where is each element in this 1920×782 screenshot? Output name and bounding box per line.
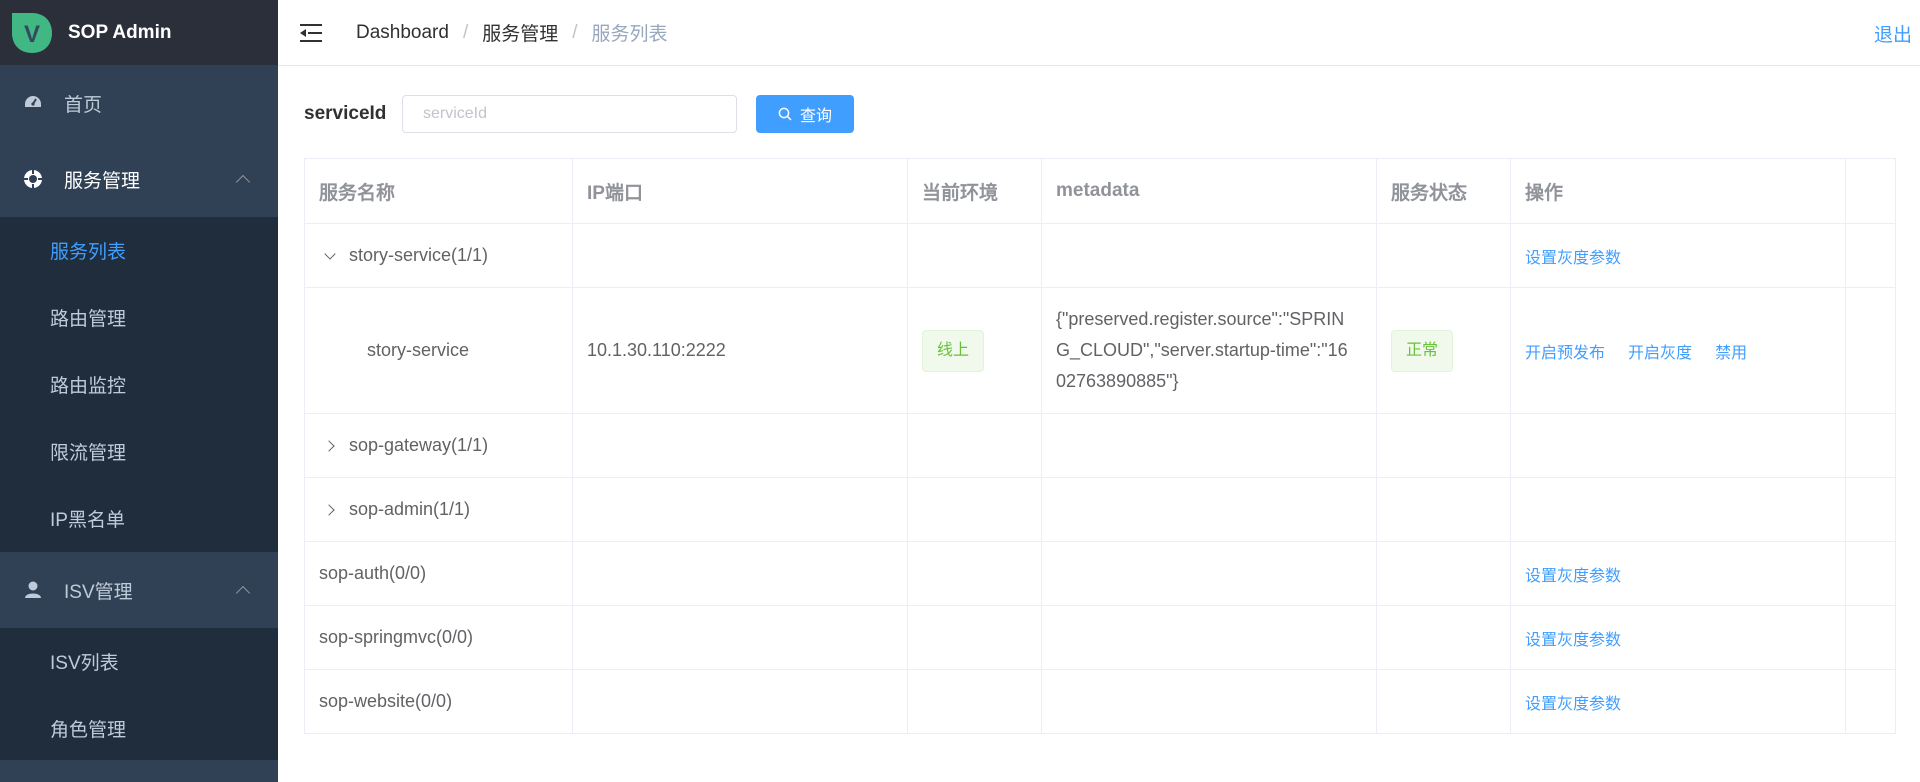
sidebar-item-label: 服务管理 <box>64 170 141 192</box>
sidebar-item-label: 首页 <box>64 94 103 116</box>
table-row: sop-gateway(1/1) <box>304 413 1896 478</box>
service-id-input[interactable] <box>402 95 737 133</box>
sidebar-item-ip-blacklist[interactable]: IP黑名单 <box>0 485 278 552</box>
set-gray-params-link[interactable]: 设置灰度参数 <box>1525 250 1621 267</box>
filter-label: serviceId <box>304 103 387 124</box>
sidebar-item-isv-management[interactable]: ISV管理 <box>0 552 278 628</box>
vue-logo-icon: V <box>10 11 54 55</box>
table-row: story-service 10.1.30.110:2222 线上 {"pres… <box>304 287 1896 414</box>
user-icon <box>22 579 44 601</box>
set-gray-params-link[interactable]: 设置灰度参数 <box>1525 568 1621 585</box>
sidebar-next-item <box>0 760 278 782</box>
collapse-arrow-icon[interactable] <box>319 246 341 266</box>
sidebar-item-label: ISV管理 <box>64 581 133 603</box>
service-name: sop-admin(1/1) <box>349 499 471 519</box>
expand-arrow-icon[interactable] <box>319 500 341 520</box>
enable-prerelease-link[interactable]: 开启预发布 <box>1525 345 1605 362</box>
hamburger-icon[interactable] <box>300 22 326 44</box>
sidebar-item-role-management[interactable]: 角色管理 <box>0 695 278 762</box>
table-row: sop-website(0/0) 设置灰度参数 <box>304 669 1896 734</box>
sidebar-item-rate-limit[interactable]: 限流管理 <box>0 418 278 485</box>
service-icon <box>22 168 44 190</box>
sidebar-item-isv-list[interactable]: ISV列表 <box>0 628 278 695</box>
col-metadata: metadata <box>1041 158 1377 224</box>
ip-port: 10.1.30.110:2222 <box>587 340 726 360</box>
service-table: 服务名称 IP端口 当前环境 metadata 服务状态 操作 story-se… <box>304 158 1896 734</box>
table-row: sop-admin(1/1) <box>304 477 1896 542</box>
sidebar-item-route-management[interactable]: 路由管理 <box>0 284 278 351</box>
expand-arrow-icon[interactable] <box>319 436 341 456</box>
enable-gray-link[interactable]: 开启灰度 <box>1628 345 1692 362</box>
col-service-name: 服务名称 <box>304 158 573 224</box>
logout-link[interactable]: 退出 <box>1874 20 1912 47</box>
sidebar-item-service-management[interactable]: 服务管理 <box>0 141 278 217</box>
query-button[interactable]: 查询 <box>756 95 854 133</box>
breadcrumb-service-management[interactable]: 服务管理 <box>482 19 558 46</box>
service-name: story-service(1/1) <box>349 245 489 265</box>
status-badge: 正常 <box>1391 329 1454 372</box>
sidebar-item-route-monitor[interactable]: 路由监控 <box>0 351 278 418</box>
service-name: story-service <box>367 340 470 360</box>
metadata-value: {"preserved.register.source":"SPRING_CLO… <box>1056 309 1348 391</box>
app-title: SOP Admin <box>68 21 172 43</box>
set-gray-params-link[interactable]: 设置灰度参数 <box>1525 632 1621 649</box>
submenu-isv: ISV列表 角色管理 <box>0 628 278 762</box>
set-gray-params-link[interactable]: 设置灰度参数 <box>1525 696 1621 713</box>
main-area: Dashboard / 服务管理 / 服务列表 退出 serviceId 查询 <box>278 0 1920 782</box>
submenu-service: 服务列表 路由管理 路由监控 限流管理 IP黑名单 <box>0 217 278 552</box>
navbar: Dashboard / 服务管理 / 服务列表 退出 <box>278 0 1920 66</box>
content: serviceId 查询 服务名称 IP端口 当前环境 metadata <box>278 66 1920 734</box>
col-status: 服务状态 <box>1376 158 1511 224</box>
service-name: sop-gateway(1/1) <box>349 435 489 455</box>
filter-form: serviceId 查询 <box>304 94 1900 134</box>
table-row: sop-springmvc(0/0) 设置灰度参数 <box>304 605 1896 670</box>
col-actions: 操作 <box>1510 158 1846 224</box>
table-row: sop-auth(0/0) 设置灰度参数 <box>304 541 1896 606</box>
app-root: V SOP Admin 首页 服务管理 服务列表 路由管理 路由监控 限流管理 … <box>0 0 1920 782</box>
dashboard-icon <box>22 92 44 114</box>
sidebar: V SOP Admin 首页 服务管理 服务列表 路由管理 路由监控 限流管理 … <box>0 0 278 782</box>
env-tag: 线上 <box>922 329 985 372</box>
service-name: sop-auth(0/0) <box>319 563 427 583</box>
disable-link[interactable]: 禁用 <box>1715 345 1747 362</box>
table-row: story-service(1/1) 设置灰度参数 <box>304 223 1896 288</box>
chevron-up-icon <box>235 585 251 601</box>
service-name: sop-website(0/0) <box>319 691 453 711</box>
sidebar-item-service-list[interactable]: 服务列表 <box>0 217 278 284</box>
sidebar-item-home[interactable]: 首页 <box>0 65 278 141</box>
breadcrumb-service-list: 服务列表 <box>591 24 668 45</box>
col-env: 当前环境 <box>907 158 1042 224</box>
breadcrumb: Dashboard / 服务管理 / 服务列表 <box>356 19 668 46</box>
search-icon <box>778 107 792 121</box>
logo-letter: V <box>24 21 40 48</box>
logo-bar[interactable]: V SOP Admin <box>0 0 278 65</box>
breadcrumb-dashboard[interactable]: Dashboard <box>356 22 449 44</box>
chevron-up-icon <box>235 174 251 190</box>
col-ip-port: IP端口 <box>572 158 908 224</box>
service-name: sop-springmvc(0/0) <box>319 627 474 647</box>
table-header: 服务名称 IP端口 当前环境 metadata 服务状态 操作 <box>304 158 1896 224</box>
